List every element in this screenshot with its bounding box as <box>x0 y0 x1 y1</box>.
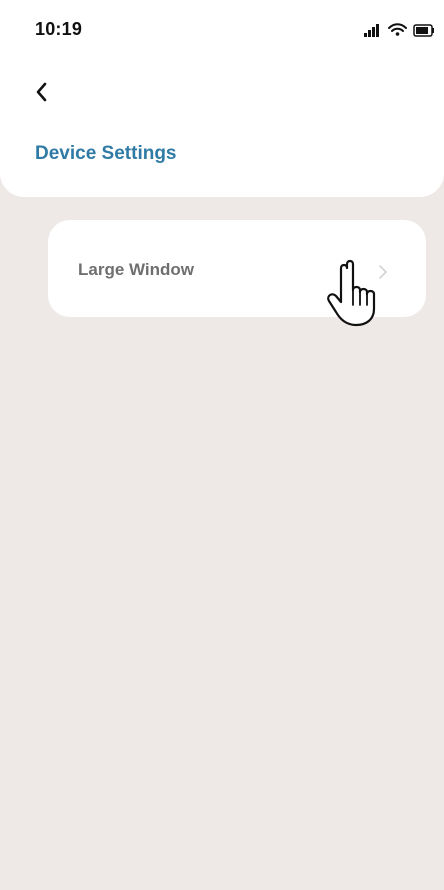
header-panel: 10:19 Device Settings <box>0 0 444 197</box>
back-button[interactable] <box>26 76 58 108</box>
chevron-left-icon <box>36 82 47 102</box>
settings-item-large-window[interactable]: Large Window <box>48 220 426 317</box>
signal-icon <box>364 24 379 37</box>
status-time: 10:19 <box>35 19 83 39</box>
battery-icon <box>413 24 434 37</box>
page-title: Device Settings <box>35 143 177 164</box>
settings-item-label: Large Window <box>78 260 195 279</box>
chevron-right-icon <box>379 265 387 279</box>
status-icons <box>364 23 434 37</box>
status-bar: 10:19 <box>0 0 444 56</box>
wifi-icon <box>388 23 407 36</box>
phone-screen: 10:19 Device Settings Large Window <box>0 0 444 890</box>
